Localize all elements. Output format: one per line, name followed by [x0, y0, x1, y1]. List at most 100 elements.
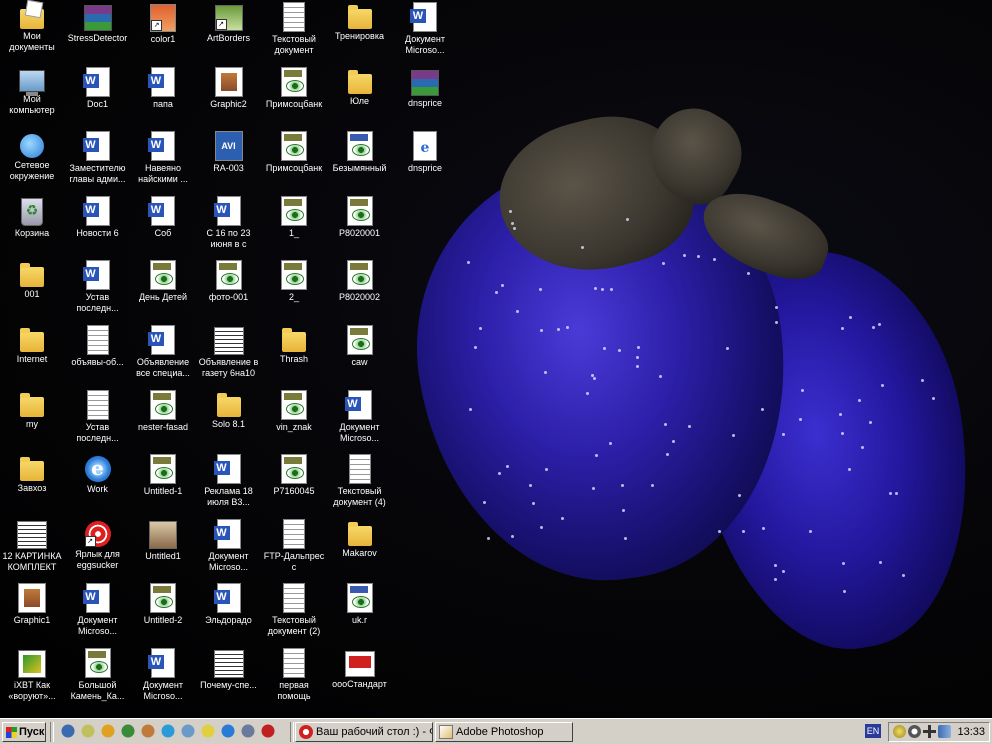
- desktop-icon[interactable]: Makarov: [328, 518, 392, 580]
- desktop-icon[interactable]: Устав последн...: [66, 259, 130, 321]
- language-indicator[interactable]: EN: [865, 724, 881, 738]
- pencil-icon[interactable]: [80, 723, 96, 739]
- desktop-icon[interactable]: Заместителю главы адми...: [66, 130, 130, 192]
- start-button[interactable]: Пуск: [2, 722, 46, 742]
- desktop-icon[interactable]: Мои документы: [0, 1, 64, 63]
- desktop-icon[interactable]: Текстовый документ (2): [262, 582, 326, 644]
- desktop-icon[interactable]: ↗ ArtBorders: [197, 1, 261, 63]
- desktop-icon[interactable]: Untitled1: [131, 518, 195, 580]
- desktop-icon[interactable]: Doc1: [66, 66, 130, 128]
- desktop-icon[interactable]: dnsprice: [393, 130, 457, 192]
- outlook-icon[interactable]: [200, 723, 216, 739]
- desktop-icon[interactable]: Документ Microso...: [131, 647, 195, 709]
- task-photoshop[interactable]: Adobe Photoshop: [435, 722, 573, 742]
- desktop-icon[interactable]: P7160045: [262, 453, 326, 515]
- desktop-icon[interactable]: С 16 по 23 июня в с: [197, 195, 261, 257]
- shortcut-arrow-icon: ↗: [151, 20, 162, 31]
- desktop-icon[interactable]: my: [0, 389, 64, 451]
- desktop-icon[interactable]: папа: [131, 66, 195, 128]
- desktop-icon[interactable]: Мой компьютер: [0, 66, 64, 128]
- desktop-icon[interactable]: vin_znak: [262, 389, 326, 451]
- desktop-icon[interactable]: FTP-Дальпрес с: [262, 518, 326, 580]
- volume-icon[interactable]: [938, 725, 951, 738]
- desktop-icon[interactable]: День Детей: [131, 259, 195, 321]
- desktop-icon[interactable]: Объявление все специа...: [131, 324, 195, 386]
- desktop-icon[interactable]: Эльдорадо: [197, 582, 261, 644]
- desktop-icon[interactable]: RA-003: [197, 130, 261, 192]
- desktop-icon[interactable]: объявы-об...: [66, 324, 130, 386]
- desktop-icon[interactable]: Устав последн...: [66, 389, 130, 451]
- app-icon[interactable]: [120, 723, 136, 739]
- desktop-icon[interactable]: iXBT Как «воруют»...: [0, 647, 64, 709]
- desktop-icon[interactable]: первая помощь: [262, 647, 326, 709]
- desktop-icon[interactable]: Solo 8.1: [197, 389, 261, 451]
- desktop-icon[interactable]: nester-fasad: [131, 389, 195, 451]
- clock[interactable]: 13:33: [957, 725, 985, 739]
- desktop-icon[interactable]: Завхоз: [0, 453, 64, 515]
- photoshop-icon[interactable]: [140, 723, 156, 739]
- pen-icon[interactable]: [100, 723, 116, 739]
- desktop-icon[interactable]: P8020001: [328, 195, 392, 257]
- desktop-icon[interactable]: dnsprice: [393, 66, 457, 128]
- desktop-icon[interactable]: Реклама 18 июля В3...: [197, 453, 261, 515]
- desktop-icon[interactable]: Untitled-1: [131, 453, 195, 515]
- desktop-icon[interactable]: Work: [66, 453, 130, 515]
- desktop-icon[interactable]: Текстовый документ (4): [328, 453, 392, 515]
- desktop-icon-label: Work: [87, 484, 108, 495]
- desktop-icon[interactable]: Безымянный: [328, 130, 392, 192]
- desktop-icon[interactable]: 1_: [262, 195, 326, 257]
- desktop-icon[interactable]: Соб: [131, 195, 195, 257]
- desktop-icon[interactable]: Примсоцбанк: [262, 130, 326, 192]
- desktop-icon-label: P8020001: [338, 227, 381, 238]
- desktop-icon[interactable]: 2_: [262, 259, 326, 321]
- ixbt-file-icon: [18, 650, 46, 678]
- desktop-icon[interactable]: ↗ color1: [131, 1, 195, 63]
- desktop-icon[interactable]: Примсоцбанк: [262, 66, 326, 128]
- desktop-icon[interactable]: фото-001: [197, 259, 261, 321]
- media-player-icon[interactable]: [60, 723, 76, 739]
- desktop-icon[interactable]: Internet: [0, 324, 64, 386]
- shortcut-arrow-icon: ↗: [215, 19, 227, 30]
- desktop-icon[interactable]: Почему-спе...: [197, 647, 261, 709]
- desktop-icon[interactable]: Юле: [328, 66, 392, 128]
- desktop-icon[interactable]: StressDetector: [66, 1, 130, 63]
- desktop-icon[interactable]: Документ Microso...: [393, 1, 457, 63]
- task-browser[interactable]: Ваш рабочий стол :) - Ф...: [295, 722, 433, 742]
- desktop-icon[interactable]: Graphic2: [197, 66, 261, 128]
- desktop[interactable]: Мои документы Мой компьютер Сетевое окруже…: [0, 0, 992, 718]
- clock-icon[interactable]: [908, 725, 921, 738]
- desktop-icon[interactable]: Сетевое окружение: [0, 130, 64, 192]
- desktop-icon[interactable]: ↗ Ярлык для eggsucker: [66, 518, 130, 580]
- acrobat-icon[interactable]: [260, 723, 276, 739]
- desktop-icon[interactable]: 001: [0, 259, 64, 321]
- desktop-icon[interactable]: Новости 6: [66, 195, 130, 257]
- desktop-icon[interactable]: Объявление в газету 6на10: [197, 324, 261, 386]
- red-image-icon: [344, 651, 375, 677]
- desktop-icon[interactable]: оооСтандарт: [328, 647, 392, 709]
- desktop-icon[interactable]: uk.r: [328, 582, 392, 644]
- desktop-icon[interactable]: P8020002: [328, 259, 392, 321]
- desktop-icon[interactable]: caw: [328, 324, 392, 386]
- desktop-icon[interactable]: Большой Камень_Ка...: [66, 647, 130, 709]
- network-icon[interactable]: [923, 725, 936, 738]
- wallpaper-seed: [878, 560, 882, 564]
- desktop-icon[interactable]: Навеяно найскими ...: [131, 130, 195, 192]
- desktop-icon[interactable]: Документ Microso...: [66, 582, 130, 644]
- internet-explorer-icon[interactable]: [220, 723, 236, 739]
- desktop-icon[interactable]: Тренировка: [328, 1, 392, 63]
- desktop-icon[interactable]: Thrash: [262, 324, 326, 386]
- shortcut-arrow-icon: ↗: [84, 535, 96, 547]
- desktop-icon[interactable]: Корзина: [0, 195, 64, 257]
- desktop-icon[interactable]: Текстовый документ: [262, 1, 326, 63]
- desktop-icon[interactable]: Документ Microso...: [197, 518, 261, 580]
- desktop-icon[interactable]: 12 КАРТИНКА КОМПЛЕКТ: [0, 518, 64, 580]
- star-icon[interactable]: [160, 723, 176, 739]
- desktop-icon[interactable]: Документ Microso...: [328, 389, 392, 451]
- shield-icon[interactable]: [893, 725, 906, 738]
- desktop-icon[interactable]: Untitled-2: [131, 582, 195, 644]
- notepad-icon[interactable]: [240, 723, 256, 739]
- wallpaper-seed: [894, 492, 898, 496]
- wallpaper-seed: [731, 433, 735, 437]
- desktop-icon[interactable]: Graphic1: [0, 582, 64, 644]
- image-viewer-icon[interactable]: [180, 723, 196, 739]
